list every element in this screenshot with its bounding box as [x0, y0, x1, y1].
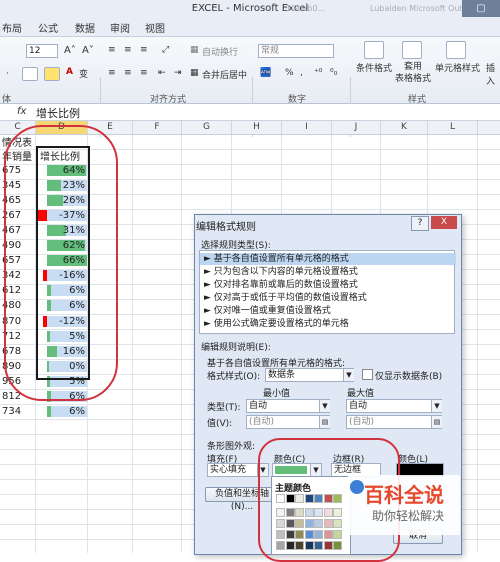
wrap-text-icon[interactable]: ▦	[190, 45, 199, 55]
font-size-select[interactable]: 12	[26, 44, 58, 58]
value-label: 值(V):	[207, 419, 233, 429]
max-value-input[interactable]: (自动)	[346, 415, 442, 429]
chevron-down-icon[interactable]: ▼	[319, 400, 330, 412]
grow-font-icon[interactable]: A˄	[64, 45, 76, 56]
tab-review[interactable]: 审阅	[110, 20, 130, 35]
column-header-l[interactable]: L	[428, 121, 478, 134]
conditional-format-icon[interactable]	[364, 41, 384, 59]
align-top-icon[interactable]: ≡	[108, 45, 116, 55]
data-bar	[47, 406, 51, 417]
rule-type-item[interactable]: ► 仅对排名靠前或靠后的数值设置格式	[204, 279, 450, 291]
rule-type-item[interactable]: ► 基于各自值设置所有单元格的格式	[200, 253, 456, 265]
cell-style-icon[interactable]	[446, 41, 466, 59]
tab-formulas[interactable]: 公式	[38, 20, 58, 35]
show-bar-only-checkbox[interactable]	[362, 369, 373, 380]
align-bottom-icon[interactable]: ≡	[140, 45, 148, 55]
number-format-select[interactable]: 常规	[258, 44, 334, 58]
min-type-select[interactable]: 自动	[246, 399, 330, 413]
tab-layout[interactable]: 布局	[2, 20, 22, 35]
underline-icon[interactable]: ·	[6, 69, 9, 79]
shrink-font-icon[interactable]: A˅	[82, 45, 94, 56]
close-button[interactable]: X	[431, 216, 457, 229]
table-format-icon[interactable]	[402, 41, 422, 59]
align-center-icon[interactable]: ≡	[124, 68, 132, 78]
watermark-subtitle: 助你轻松解决	[372, 509, 445, 523]
border-icon[interactable]	[22, 67, 38, 81]
align-middle-icon[interactable]: ≡	[124, 45, 132, 55]
chevron-down-icon[interactable]: ▼	[431, 400, 442, 412]
min-label: 最小值	[263, 389, 291, 399]
window-title-ghost: 1Gbab0...	[286, 4, 326, 13]
align-left-icon[interactable]: ≡	[108, 68, 116, 78]
ribbon-tabs: 布局 公式 数据 审阅 视图	[0, 18, 500, 37]
rule-type-item[interactable]: ► 只为包含以下内容的单元格设置格式	[204, 266, 450, 278]
appearance-label: 条形图外观:	[207, 442, 256, 452]
phonetic-icon[interactable]: 变	[79, 67, 88, 80]
format-style-select[interactable]: 数据条	[265, 368, 354, 382]
chevron-down-icon[interactable]: ▼	[343, 369, 354, 381]
max-label: 最大值	[347, 389, 375, 399]
comma-icon[interactable]: ,	[300, 68, 303, 78]
watermark-title: 百科全说	[364, 483, 444, 507]
table-format-button[interactable]: 套用 表格格式	[395, 61, 431, 85]
merge-center-icon[interactable]: ▦	[190, 68, 199, 78]
column-header-k[interactable]: K	[381, 121, 428, 134]
min-value-input[interactable]: (自动)	[246, 415, 330, 429]
paw-logo-icon	[350, 480, 364, 494]
growth-percent: 6%	[69, 406, 85, 417]
tab-view[interactable]: 视图	[145, 20, 165, 35]
merge-center-button[interactable]: 合并后居中	[202, 68, 247, 81]
tab-data[interactable]: 数据	[75, 20, 95, 35]
conditional-format-button[interactable]: 条件格式	[356, 61, 392, 74]
decrease-decimal-icon[interactable]: ⁰₀	[330, 68, 337, 78]
font-color-icon[interactable]: A	[66, 67, 73, 77]
rule-type-item[interactable]: ► 仅对唯一值或重复值设置格式	[204, 305, 450, 317]
minimize-button[interactable]: ▢	[462, 0, 500, 17]
fill-color-icon[interactable]	[44, 67, 60, 81]
wrap-text-button[interactable]: 自动换行	[202, 45, 238, 58]
format-style-label: 格式样式(O):	[207, 372, 261, 382]
highlight-circle	[4, 125, 118, 401]
currency-icon[interactable]: 🏧	[260, 68, 271, 78]
cell-d-growth[interactable]: 6%	[37, 404, 87, 419]
column-header-h[interactable]: H	[232, 121, 282, 134]
column-header-f[interactable]: F	[133, 121, 182, 134]
rule-type-item[interactable]: ► 使用公式确定要设置格式的单元格	[204, 318, 450, 330]
align-right-icon[interactable]: ≡	[140, 68, 148, 78]
increase-decimal-icon[interactable]: ⁺⁰	[314, 68, 322, 78]
percent-icon[interactable]: %	[285, 68, 294, 78]
formula-value[interactable]: 增长比例	[36, 105, 80, 121]
cell-style-button[interactable]: 单元格样式	[435, 61, 480, 74]
show-bar-only-label: 仅显示数据条(B)	[375, 372, 443, 382]
column-header-g[interactable]: G	[182, 121, 232, 134]
rule-type-item[interactable]: ► 仅对高于或低于平均值的数值设置格式	[204, 292, 450, 304]
fx-icon[interactable]: fx	[17, 106, 26, 117]
edit-desc-label: 编辑规则说明(E):	[201, 343, 271, 353]
dialog-title: 编辑格式规则	[196, 222, 256, 233]
range-picker-icon[interactable]: ▤	[431, 416, 442, 428]
column-header-i[interactable]: I	[282, 121, 332, 134]
insert-button[interactable]: 插入	[486, 61, 500, 87]
column-header-j[interactable]: J	[332, 121, 381, 134]
type-label: 类型(T):	[207, 403, 241, 413]
range-picker-icon[interactable]: ▤	[319, 416, 330, 428]
help-button[interactable]: ?	[411, 216, 429, 231]
increase-indent-icon[interactable]: ⇥	[174, 68, 182, 78]
orientation-icon[interactable]: ⤢	[162, 45, 169, 55]
decrease-indent-icon[interactable]: ⇤	[158, 68, 166, 78]
cell-c-sales[interactable]: 734	[2, 404, 36, 419]
max-type-select[interactable]: 自动	[346, 399, 442, 413]
